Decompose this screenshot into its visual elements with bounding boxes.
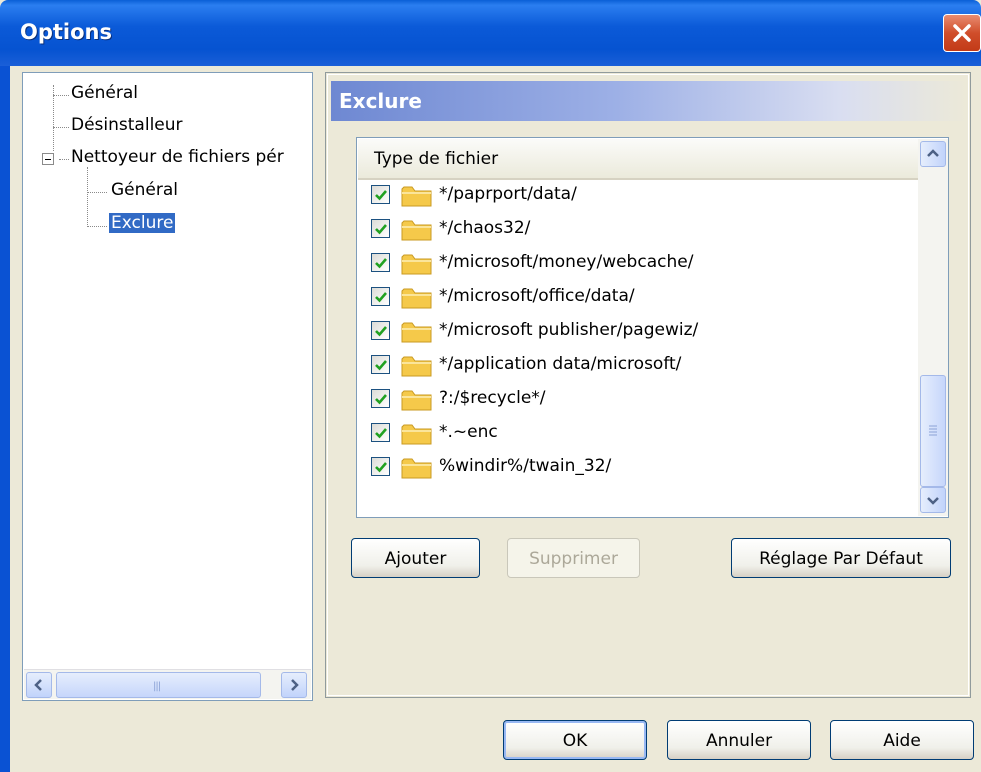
tree-item-nettoyeur[interactable]: Nettoyeur de fichiers pér [71, 147, 284, 167]
page-header: Exclure [331, 81, 967, 121]
scroll-down-button[interactable] [920, 487, 946, 513]
checkmark-icon [375, 360, 387, 371]
checkmark-icon [375, 224, 387, 235]
checkmark-icon [375, 258, 387, 269]
folder-icon [401, 186, 432, 207]
window-frame-left [0, 66, 10, 772]
tree-horizontal-scrollbar[interactable]: ||| [24, 669, 311, 699]
options-tree[interactable]: Général Désinstalleur Nettoyeur de fichi… [22, 72, 313, 701]
tree-item-exclure[interactable]: Exclure [109, 213, 176, 233]
scroll-up-button[interactable] [920, 141, 946, 167]
tree-connector [87, 192, 107, 193]
restore-defaults-button[interactable]: Réglage Par Défaut [731, 538, 951, 578]
add-button[interactable]: Ajouter [351, 538, 480, 578]
row-label: *.~enc [439, 422, 498, 442]
row-label: ?:/$recycle*/ [439, 388, 546, 408]
tree-connector [53, 127, 69, 128]
row-checkbox[interactable] [371, 185, 390, 204]
tree-item-general[interactable]: Général [71, 83, 138, 103]
title-bar[interactable]: Options [0, 0, 981, 66]
row-checkbox[interactable] [371, 423, 390, 442]
row-label: */chaos32/ [439, 218, 531, 238]
folder-icon [401, 390, 432, 411]
folder-icon [401, 424, 432, 445]
folder-icon [401, 458, 432, 479]
checkmark-icon [375, 394, 387, 405]
checkmark-icon [375, 428, 387, 439]
tree-item-nettoyeur-general[interactable]: Général [111, 180, 178, 200]
tree-connector [87, 167, 88, 227]
row-checkbox[interactable] [371, 389, 390, 408]
row-checkbox[interactable] [371, 287, 390, 306]
folder-icon [401, 254, 432, 275]
page-title: Exclure [339, 89, 422, 113]
chevron-left-icon [34, 679, 42, 691]
checkmark-icon [375, 292, 387, 303]
chevron-right-icon [291, 679, 299, 691]
row-checkbox[interactable] [371, 253, 390, 272]
options-dialog: Options Général Désinstalleur Nettoyeur … [0, 0, 981, 772]
folder-icon [401, 356, 432, 377]
folder-icon [401, 288, 432, 309]
help-button[interactable]: Aide [830, 720, 974, 760]
grip-icon [929, 425, 937, 436]
tree-connector [87, 226, 107, 227]
tree-connector [53, 95, 69, 96]
tree-connector [59, 159, 69, 160]
remove-button[interactable]: Supprimer [507, 538, 640, 578]
row-checkbox[interactable] [371, 355, 390, 374]
ok-button[interactable]: OK [503, 720, 647, 760]
column-header-label: Type de fichier [374, 149, 499, 169]
row-label: */application data/microsoft/ [439, 354, 682, 374]
folder-icon [401, 220, 432, 241]
chevron-down-icon [927, 497, 939, 505]
horizontal-scroll-thumb[interactable]: ||| [56, 672, 261, 698]
row-label: */paprport/data/ [439, 184, 577, 204]
close-icon [953, 24, 971, 42]
row-label: */microsoft/office/data/ [439, 286, 635, 306]
tree-collapse-toggle[interactable] [42, 153, 54, 165]
scroll-left-button[interactable] [26, 672, 52, 698]
column-header-file-type[interactable]: Type de fichier [358, 139, 918, 180]
row-label: %windir%/twain_32/ [439, 456, 612, 476]
checkmark-icon [375, 326, 387, 337]
row-checkbox[interactable] [371, 457, 390, 476]
row-label: */microsoft publisher/pagewiz/ [439, 320, 699, 340]
checkmark-icon [375, 190, 387, 201]
cancel-button[interactable]: Annuler [667, 720, 811, 760]
row-checkbox[interactable] [371, 219, 390, 238]
list-vertical-scrollbar[interactable] [918, 139, 948, 516]
row-checkbox[interactable] [371, 321, 390, 340]
tree-item-desinstalleur[interactable]: Désinstalleur [71, 115, 183, 135]
folder-icon [401, 322, 432, 343]
chevron-up-icon [927, 149, 939, 157]
window-title: Options [20, 20, 112, 44]
close-button[interactable] [943, 14, 981, 52]
file-type-list[interactable]: Type de fichier */paprport/data/ */chaos… [356, 137, 949, 518]
vertical-scroll-thumb[interactable] [920, 375, 946, 487]
row-label: */microsoft/money/webcache/ [439, 252, 694, 272]
checkmark-icon [375, 462, 387, 473]
grip-icon: ||| [153, 681, 161, 692]
scroll-right-button[interactable] [281, 672, 307, 698]
